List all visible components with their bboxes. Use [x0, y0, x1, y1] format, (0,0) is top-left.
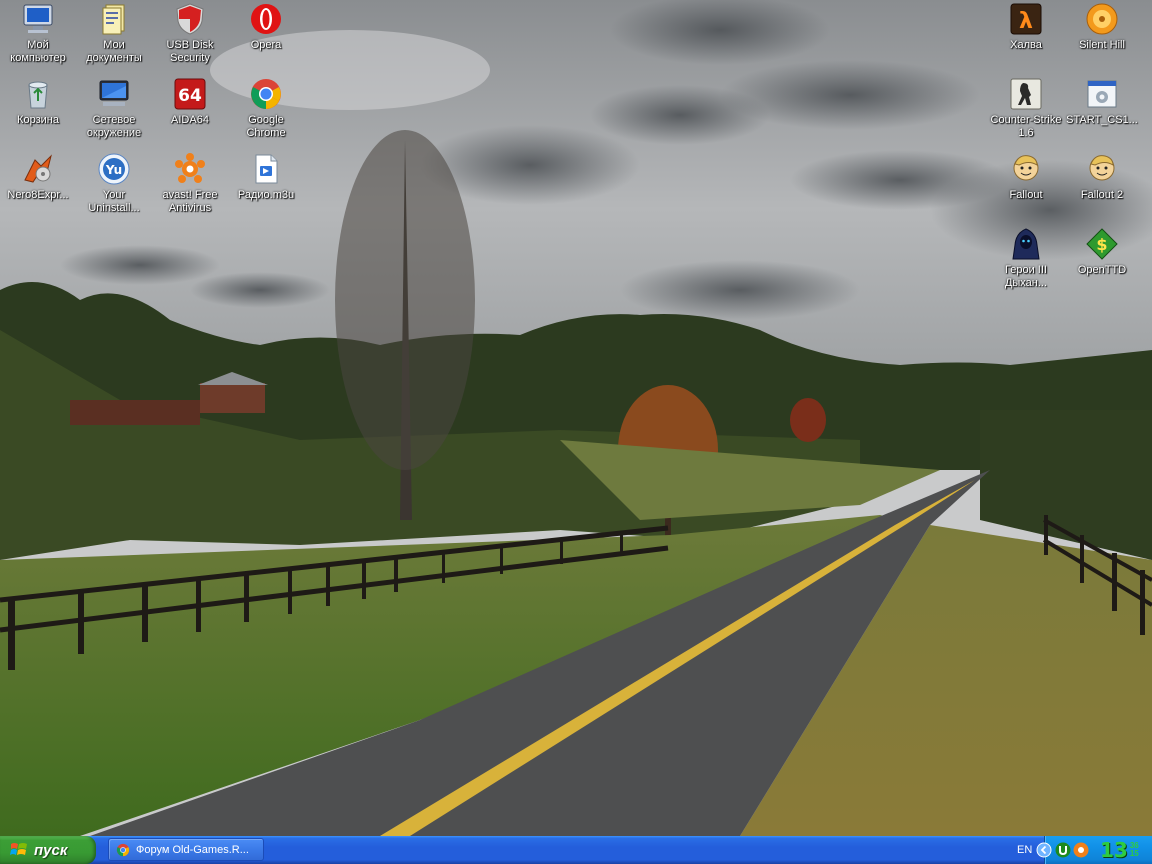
- half-life-icon: λ: [1009, 2, 1043, 36]
- start-label: пуск: [34, 841, 68, 859]
- desktop-icon-openttd[interactable]: $ OpenTTD: [1064, 225, 1140, 295]
- desktop-icon-label: Fallout 2: [1080, 189, 1124, 201]
- network-places-icon: [97, 77, 131, 111]
- my-documents-icon: [97, 2, 131, 36]
- desktop-icon-your-uninstaller[interactable]: Yu Your Uninstall...: [76, 150, 152, 220]
- desktop-icon-network-places[interactable]: Сетевое окружение: [76, 75, 152, 145]
- svg-text:Yu: Yu: [105, 163, 122, 177]
- clock-minute-bottom: 15: [1129, 849, 1139, 858]
- desktop-icon-label: Герои III Дыхан...: [1004, 264, 1048, 289]
- desktop-icon-usb-disk-security[interactable]: USB Disk Security: [152, 0, 228, 70]
- chevron-left-icon[interactable]: [1036, 842, 1052, 858]
- windows-flag-icon: [10, 843, 27, 855]
- taskbar: пуск Форум Old-Games.R... EN 13 36 15: [0, 836, 1152, 864]
- desktop-icon-label: Silent Hill: [1079, 39, 1125, 51]
- chrome-icon: [249, 77, 283, 111]
- desktop-icon-label: Корзина: [17, 114, 59, 126]
- aida64-icon: 64: [173, 77, 207, 111]
- desktop-icon-recycle-bin[interactable]: Корзина: [0, 75, 76, 145]
- clock[interactable]: 13 36 15: [1100, 838, 1152, 862]
- desktop-icon-avast[interactable]: avast! Free Antivirus: [152, 150, 228, 220]
- taskbar-button-label: Форум Old-Games.R...: [136, 843, 249, 856]
- desktop-icon-fallout-2[interactable]: Fallout 2: [1064, 150, 1140, 220]
- recycle-bin-icon: [21, 77, 55, 111]
- utorrent-icon[interactable]: [1055, 842, 1071, 858]
- desktop-icon-heroes-3[interactable]: Герои III Дыхан...: [988, 225, 1064, 295]
- desktop-icon-aida64[interactable]: 64 AIDA64: [152, 75, 228, 145]
- desktop-icon-label: OpenTTD: [1077, 264, 1127, 276]
- nero-icon: [21, 152, 55, 186]
- avast-icon: [173, 152, 207, 186]
- silent-hill-icon: [1085, 2, 1119, 36]
- chrome-icon: [116, 843, 130, 856]
- desktop-icon-label: START_CS1...: [1066, 114, 1138, 126]
- desktop-icon-label: USB Disk Security: [166, 39, 214, 64]
- playlist-file-icon: [249, 152, 283, 186]
- start-button[interactable]: пуск: [0, 836, 96, 864]
- desktop-icon-label: Мои документы: [86, 39, 142, 64]
- desktop-icon-label: Fallout: [1009, 189, 1043, 201]
- settings-window-icon: [1085, 77, 1119, 111]
- heroes3-icon: [1009, 227, 1043, 261]
- desktop-icon-label: Радио.m3u: [237, 189, 295, 201]
- your-uninstaller-icon: Yu: [97, 152, 131, 186]
- desktop-icon-my-computer[interactable]: Мой компьютер: [0, 0, 76, 70]
- svg-text:λ: λ: [1019, 9, 1033, 34]
- fallout-icon: [1009, 152, 1043, 186]
- desktop-icon-label: Google Chrome: [246, 114, 286, 139]
- desktop-icon-label: Opera: [250, 39, 282, 51]
- clock-minutes: 36 15: [1130, 842, 1139, 858]
- desktop-icon-radio-playlist[interactable]: Радио.m3u: [228, 150, 304, 220]
- desktop-icon-label: avast! Free Antivirus: [162, 189, 218, 214]
- svg-text:64: 64: [178, 86, 202, 106]
- clock-hour: 13: [1100, 838, 1128, 862]
- desktop-icon-nero[interactable]: Nero8Expr...: [0, 150, 76, 220]
- desktop-icon-silent-hill[interactable]: Silent Hill: [1064, 0, 1140, 70]
- my-computer-icon: [21, 2, 55, 36]
- desktop-icon-label: Сетевое окружение: [86, 114, 142, 139]
- desktop-icon-google-chrome[interactable]: Google Chrome: [228, 75, 304, 145]
- desktop-icon-label: Nero8Expr...: [7, 189, 69, 201]
- desktop-icon-opera[interactable]: Opera: [228, 0, 304, 70]
- fallout2-icon: [1085, 152, 1119, 186]
- taskbar-button-chrome[interactable]: Форум Old-Games.R...: [108, 838, 264, 861]
- desktop-icon-label: Халва: [1010, 39, 1042, 51]
- desktop-icon-label: Мой компьютер: [10, 39, 66, 64]
- desktop-icon-counter-strike[interactable]: Counter-Strike 1.6: [988, 75, 1064, 145]
- opera-icon: [249, 2, 283, 36]
- desktop-icon-fallout[interactable]: Fallout: [988, 150, 1064, 220]
- counter-strike-icon: [1009, 77, 1043, 111]
- usb-disk-security-icon: [173, 2, 207, 36]
- desktop-icon-my-documents[interactable]: Мои документы: [76, 0, 152, 70]
- desktop-icon-label: Counter-Strike 1.6: [990, 114, 1062, 139]
- openttd-icon: $: [1085, 227, 1119, 261]
- desktop-icon-start-cs[interactable]: START_CS1...: [1064, 75, 1140, 145]
- avast-tray-icon[interactable]: [1073, 842, 1089, 858]
- desktop-icon-half-life[interactable]: λ Халва: [988, 0, 1064, 70]
- svg-text:$: $: [1096, 235, 1107, 254]
- desktop-icon-label: AIDA64: [171, 114, 209, 126]
- desktop-icon-label: Your Uninstall...: [88, 189, 140, 214]
